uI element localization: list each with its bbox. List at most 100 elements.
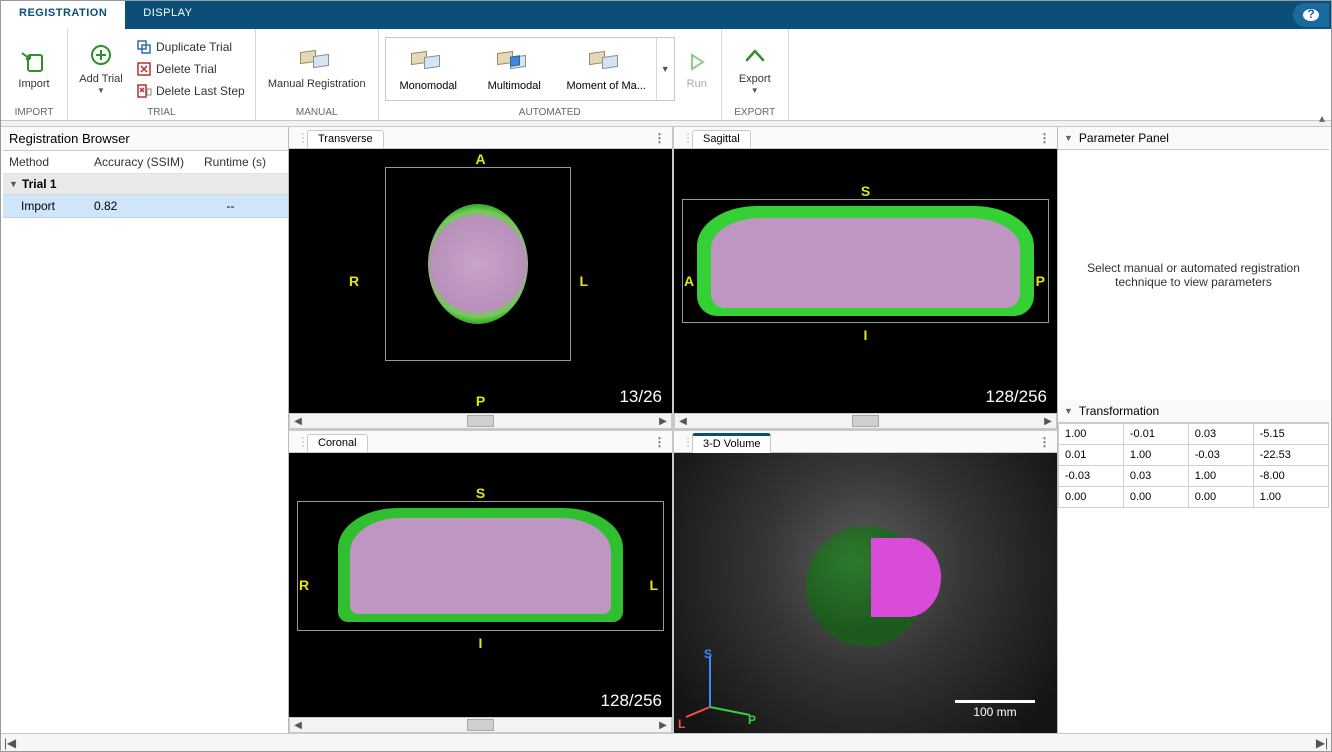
ribbon-group-trial: Add Trial ▼ Duplicate Trial Delete Trial… — [68, 29, 256, 120]
parameter-panel-body: Select manual or automated registration … — [1058, 150, 1329, 400]
moment-of-mass-button[interactable]: Moment of Ma... — [558, 38, 656, 100]
axis-p: P — [476, 393, 485, 409]
view-sagittal-canvas[interactable]: S I A P 128/256 — [674, 149, 1057, 413]
view-3d-volume: ⋮ 3-D Volume ⋮ S L P — [674, 431, 1057, 733]
view-3d-tab[interactable]: 3-D Volume — [692, 433, 771, 453]
ribbon-group-import: Import IMPORT — [1, 29, 68, 120]
table-row: 1.00-0.010.03-5.15 — [1059, 423, 1329, 444]
view-sagittal-menu[interactable]: ⋮ — [1035, 131, 1055, 145]
parameter-panel-title: Parameter Panel — [1079, 131, 1169, 145]
axis-s: S — [861, 183, 870, 199]
view-transverse-canvas[interactable]: A P R L 13/26 — [289, 149, 672, 413]
scale-bar: 100 mm — [955, 700, 1035, 719]
group-title-import: IMPORT — [7, 105, 61, 120]
workspace: Registration Browser Method Accuracy (SS… — [3, 127, 1329, 733]
trial-name: Trial 1 — [22, 177, 57, 191]
document-scrollbar[interactable]: |◀ ▶| — [1, 733, 1331, 751]
ribbon-group-manual: Manual Registration MANUAL — [256, 29, 379, 120]
algorithm-dropdown[interactable]: ▼ — [656, 38, 674, 100]
parameter-panel-message: Select manual or automated registration … — [1070, 261, 1317, 289]
ribbon: Import IMPORT Add Trial ▼ Duplicate Tria… — [1, 29, 1331, 121]
collapse-ribbon-icon[interactable]: ▴ — [1319, 111, 1325, 125]
delete-last-step-label: Delete Last Step — [156, 84, 245, 98]
registration-browser-title: Registration Browser — [3, 127, 288, 151]
registration-browser-panel: Registration Browser Method Accuracy (SS… — [3, 127, 289, 733]
axis3d-l: L — [678, 717, 685, 731]
table-row: -0.030.031.00-8.00 — [1059, 465, 1329, 486]
monomodal-button[interactable]: Monomodal — [386, 38, 472, 100]
moment-label: Moment of Ma... — [566, 80, 645, 92]
table-row: 0.011.00-0.03-22.53 — [1059, 444, 1329, 465]
view-sagittal: ⋮ Sagittal ⋮ S I A P 128/256 ◀▶ — [674, 127, 1057, 429]
axis-cor-r: R — [299, 577, 309, 593]
export-label: Export — [739, 73, 771, 85]
multimodal-button[interactable]: Multimodal — [472, 38, 558, 100]
run-label: Run — [687, 78, 707, 90]
delete-step-icon — [136, 83, 152, 99]
table-row: 0.000.000.001.00 — [1059, 486, 1329, 507]
group-title-export: EXPORT — [728, 105, 782, 120]
view-transverse: ⋮ Transverse ⋮ A P R L 13/26 ◀▶ — [289, 127, 672, 429]
axis-i: I — [864, 327, 868, 343]
run-icon — [687, 48, 707, 76]
monomodal-label: Monomodal — [399, 80, 456, 92]
coronal-scrollbar[interactable]: ◀▶ — [289, 717, 672, 733]
duplicate-trial-button[interactable]: Duplicate Trial — [132, 37, 249, 57]
help-icon: ? — [1302, 8, 1320, 22]
axis3d-s: S — [704, 647, 712, 661]
trial-actions-stack: Duplicate Trial Delete Trial Delete Last… — [132, 37, 249, 101]
view-3d-canvas[interactable]: S L P 100 mm — [674, 453, 1057, 733]
method-runtime: -- — [179, 199, 282, 213]
add-trial-icon — [88, 43, 114, 71]
sagittal-slice-count: 128/256 — [986, 387, 1047, 407]
view-transverse-menu[interactable]: ⋮ — [650, 131, 670, 145]
export-dropdown-icon: ▼ — [751, 86, 759, 95]
delete-trial-button[interactable]: Delete Trial — [132, 59, 249, 79]
view-sagittal-tab[interactable]: Sagittal — [692, 130, 751, 148]
transformation-panel-header[interactable]: ▼ Transformation — [1058, 400, 1329, 423]
multimodal-label: Multimodal — [488, 80, 541, 92]
transformation-panel-title: Transformation — [1079, 404, 1159, 418]
parameter-panel-header[interactable]: ▼ Parameter Panel — [1058, 127, 1329, 150]
view-3d-menu[interactable]: ⋮ — [1035, 435, 1055, 449]
sagittal-scrollbar[interactable]: ◀▶ — [674, 413, 1057, 429]
tab-registration[interactable]: REGISTRATION — [1, 1, 125, 29]
manual-registration-label: Manual Registration — [268, 78, 366, 90]
col-accuracy: Accuracy (SSIM) — [94, 155, 204, 169]
add-trial-button[interactable]: Add Trial ▼ — [74, 38, 128, 100]
transverse-scrollbar[interactable]: ◀▶ — [289, 413, 672, 429]
import-label: Import — [18, 78, 49, 90]
import-icon — [20, 48, 48, 76]
method-name: Import — [21, 199, 94, 213]
export-icon — [743, 43, 767, 71]
axis-cor-i: I — [479, 635, 483, 651]
group-title-manual: MANUAL — [262, 105, 372, 120]
svg-text:?: ? — [1307, 8, 1314, 21]
col-method: Method — [9, 155, 94, 169]
automated-gallery: Monomodal Multimodal Moment of Ma... ▼ — [385, 37, 675, 101]
export-button[interactable]: Export ▼ — [728, 38, 782, 100]
manual-registration-icon — [300, 48, 334, 76]
duplicate-trial-label: Duplicate Trial — [156, 40, 232, 54]
delete-last-step-button[interactable]: Delete Last Step — [132, 81, 249, 101]
view-coronal-canvas[interactable]: S I R L 128/256 — [289, 453, 672, 717]
method-row-import[interactable]: Import 0.82 -- — [3, 195, 288, 218]
right-panels: ▼ Parameter Panel Select manual or autom… — [1057, 127, 1329, 733]
axis-a: A — [475, 151, 485, 167]
tab-display[interactable]: DISPLAY — [125, 1, 210, 29]
axis-cor-s: S — [476, 485, 485, 501]
transformation-matrix: 1.00-0.010.03-5.15 0.011.00-0.03-22.53 -… — [1058, 423, 1329, 508]
view-coronal-menu[interactable]: ⋮ — [650, 435, 670, 449]
trial-row[interactable]: ▼ Trial 1 — [3, 174, 288, 195]
view-transverse-tab[interactable]: Transverse — [307, 130, 384, 148]
axis-sag-a: A — [684, 273, 694, 289]
param-caret-icon: ▼ — [1064, 133, 1073, 143]
axis-r: R — [349, 273, 359, 289]
view-coronal-tab[interactable]: Coronal — [307, 434, 368, 452]
manual-registration-button[interactable]: Manual Registration — [262, 38, 372, 100]
help-button[interactable]: ? — [1293, 3, 1329, 27]
duplicate-icon — [136, 39, 152, 55]
ribbon-group-automated: Monomodal Multimodal Moment of Ma... ▼ R… — [379, 29, 722, 120]
ribbon-group-export: Export ▼ EXPORT — [722, 29, 789, 120]
import-button[interactable]: Import — [7, 38, 61, 100]
